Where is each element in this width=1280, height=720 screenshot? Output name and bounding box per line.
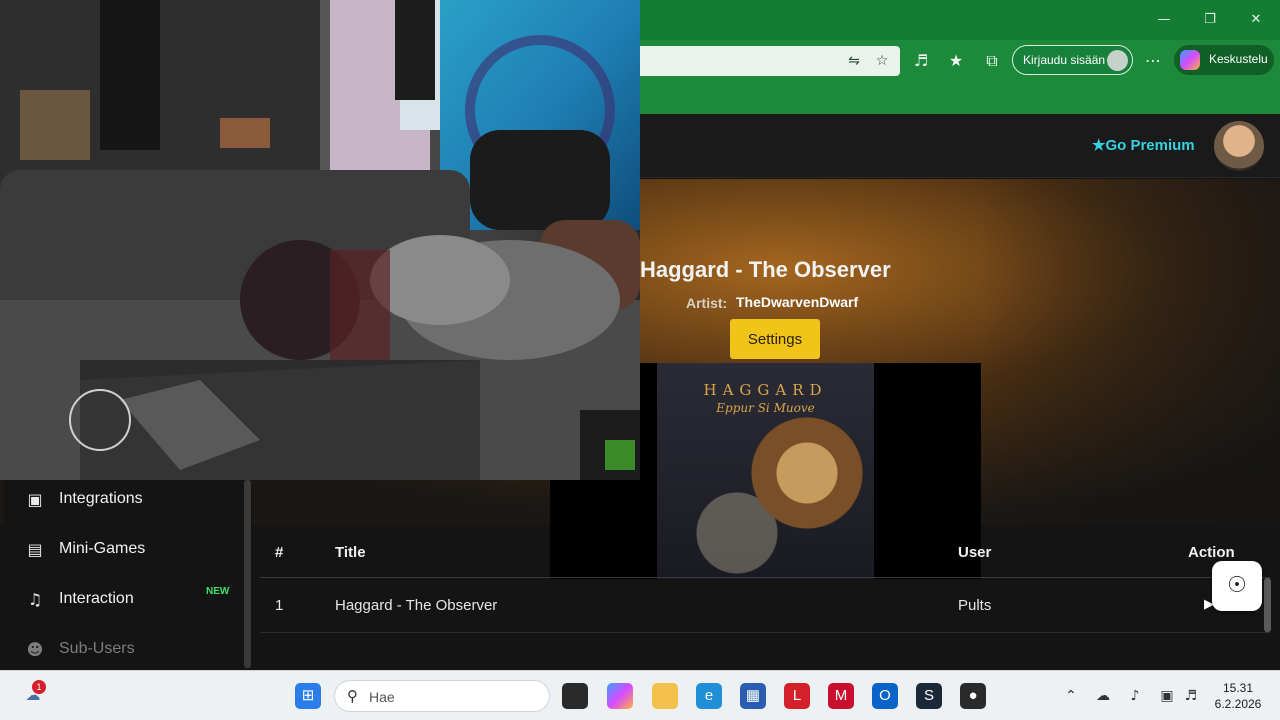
copilot-label: Keskustelu <box>1209 52 1268 66</box>
gamepad-icon: ▤ <box>27 540 43 559</box>
file-explorer-icon[interactable] <box>652 683 678 709</box>
users-icon: ☻ <box>26 640 44 659</box>
edge-browser-icon[interactable]: e <box>696 683 722 709</box>
system-clock[interactable]: 15.31 6.2.2026 <box>1208 680 1268 712</box>
copilot-app-icon[interactable] <box>607 683 633 709</box>
network-icon[interactable]: ▣ <box>1158 687 1176 705</box>
translate-icon[interactable]: ⇋ <box>846 53 862 69</box>
settings-button[interactable]: Settings <box>730 319 820 359</box>
mcafee-icon[interactable]: M <box>828 683 854 709</box>
sidebar-item-mini-games[interactable]: ▤ Mini-Games <box>4 530 244 570</box>
screen: — ❐ ✕ ⇋ ☆ ♬ ★ ⧉ Kirjaudu sisään ⋯ Keskus… <box>0 0 1280 720</box>
steam-icon[interactable]: S <box>916 683 942 709</box>
volume-icon[interactable]: ♬ <box>1182 687 1200 705</box>
onedrive-icon[interactable]: ☁ <box>1094 687 1112 705</box>
sidebar-item-label: Interaction <box>59 590 134 607</box>
music-note-icon: ♫ <box>27 590 43 609</box>
go-premium-link[interactable]: ★Go Premium <box>1092 136 1195 154</box>
sidebar-item-integrations[interactable]: ▣ Integrations <box>4 480 244 520</box>
chevron-up-icon[interactable]: ⌃ <box>1062 687 1080 705</box>
album-name-text: Eppur Si Muove <box>716 401 815 415</box>
favorite-star-icon[interactable]: ☆ <box>874 53 890 69</box>
taskbar-search[interactable]: ⚲ <box>334 680 550 712</box>
taskbar: ☁ 1 ⊞ ⚲ e ▦ L M O S ● ⌃ ☁ ♪ ▣ ♬ 15.31 6.… <box>0 670 1280 720</box>
artist-label: Artist: <box>686 295 728 311</box>
sidebar-item-interaction[interactable]: ♫ Interaction NEW <box>4 580 244 620</box>
row-number: 1 <box>275 597 284 614</box>
copilot-chat-button[interactable]: Keskustelu <box>1174 45 1274 75</box>
favorites-icon[interactable]: ★ <box>945 50 967 72</box>
queue-table: # Title User Action 1 Haggard - The Obse… <box>260 528 1270 636</box>
hero-fade <box>980 179 1280 525</box>
obs-icon[interactable]: ● <box>960 683 986 709</box>
star-icon: ★ <box>1092 137 1106 154</box>
store-icon[interactable]: ▦ <box>740 683 766 709</box>
artist-name: TheDwarvenDwarf <box>736 294 859 310</box>
shield-icon[interactable]: ☉ <box>1212 561 1262 611</box>
album-band-text: HAGGARD <box>703 381 828 399</box>
new-badge: NEW <box>206 586 230 597</box>
row-title: Haggard - The Observer <box>335 597 498 614</box>
page-scrollbar[interactable] <box>1264 578 1271 632</box>
sidebar: ▣ Integrations ▤ Mini-Games ♫ Interactio… <box>4 480 252 670</box>
song-title: Haggard - The Observer <box>640 257 891 282</box>
go-premium-label: Go Premium <box>1105 137 1195 154</box>
notification-badge: 1 <box>32 680 46 694</box>
task-view-icon[interactable] <box>562 683 588 709</box>
restore-icon[interactable]: ❐ <box>1200 10 1220 30</box>
media-control-icon[interactable]: ♬ <box>910 50 932 72</box>
sidebar-item-label: Integrations <box>59 490 143 507</box>
column-header-user: User <box>958 544 992 561</box>
sign-in-button[interactable]: Kirjaudu sisään <box>1012 45 1133 75</box>
sidebar-item-sub-users[interactable]: ☻ Sub-Users <box>4 630 244 670</box>
profile-avatar-icon <box>1107 50 1128 71</box>
table-row[interactable]: 1 Haggard - The Observer Pults ▶ <box>260 579 1270 633</box>
table-header: # Title User Action <box>260 528 1270 578</box>
sidebar-item-label: Mini-Games <box>59 540 146 557</box>
collections-icon[interactable]: ⧉ <box>981 50 1003 72</box>
clock-date: 6.2.2026 <box>1214 697 1262 711</box>
clock-time: 15.31 <box>1222 681 1254 695</box>
minimize-icon[interactable]: — <box>1154 10 1174 30</box>
outlook-icon[interactable]: O <box>872 683 898 709</box>
more-options-icon[interactable]: ⋯ <box>1142 50 1164 72</box>
start-windows-icon[interactable]: ⊞ <box>295 683 321 709</box>
row-user: Pults <box>958 597 992 614</box>
webcam-overlay <box>0 0 640 480</box>
search-input[interactable] <box>369 687 539 707</box>
address-bar[interactable]: ⇋ ☆ <box>600 46 900 76</box>
microphone-icon[interactable]: ♪ <box>1126 687 1144 705</box>
sidebar-scrollbar[interactable] <box>244 480 251 668</box>
user-avatar[interactable] <box>1214 121 1264 171</box>
integrations-icon: ▣ <box>27 490 43 509</box>
column-header-title: Title <box>335 544 366 561</box>
sign-in-label: Kirjaudu sisään <box>1023 53 1106 67</box>
sidebar-item-label: Sub-Users <box>59 640 135 657</box>
lastpass-icon[interactable]: L <box>784 683 810 709</box>
copilot-icon <box>1180 50 1200 70</box>
column-header-number: # <box>275 544 284 561</box>
close-icon[interactable]: ✕ <box>1246 10 1266 30</box>
column-header-action: Action <box>1188 544 1235 561</box>
webcam-scene <box>0 0 640 480</box>
search-icon: ⚲ <box>347 687 358 705</box>
